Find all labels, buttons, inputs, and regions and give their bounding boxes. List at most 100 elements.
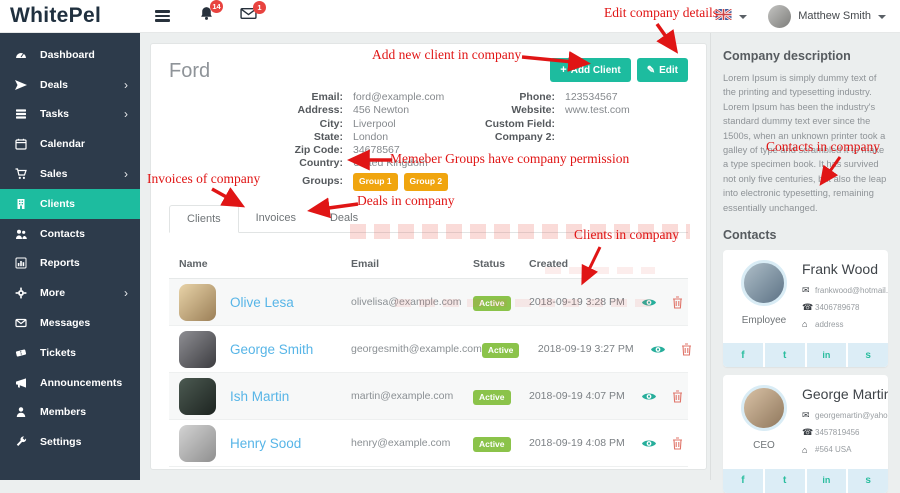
notifications-bell[interactable]: 14	[199, 6, 214, 26]
sidebar-item-sales[interactable]: Sales ›	[0, 159, 140, 189]
phone-icon	[802, 424, 811, 441]
skype-icon[interactable]	[848, 343, 888, 367]
client-avatar	[179, 425, 216, 462]
client-email: martin@example.com	[351, 390, 473, 402]
sidebar-item-contacts[interactable]: Contacts	[0, 219, 140, 249]
contact-avatar	[741, 260, 787, 306]
tab-deals[interactable]: Deals	[313, 205, 375, 233]
sidebar-item-members[interactable]: Members	[0, 398, 140, 428]
sidebar-item-calendar[interactable]: Calendar	[0, 129, 140, 159]
view-client-icon[interactable]	[641, 438, 657, 449]
pencil-icon	[647, 65, 655, 76]
company-website: www.test.com	[565, 104, 630, 117]
contact-avatar	[741, 385, 787, 431]
field-label: Website:	[469, 104, 565, 117]
edit-company-button[interactable]: Edit	[637, 58, 688, 82]
delete-client-icon[interactable]	[672, 390, 683, 403]
envelope-icon	[14, 317, 28, 329]
company-description-title: Company description	[723, 49, 888, 63]
contact-card: CEO George Martin georgemartin@yahoo.com…	[723, 375, 888, 492]
twitter-icon[interactable]	[765, 469, 805, 493]
phone-icon	[802, 299, 811, 316]
delete-client-icon[interactable]	[672, 437, 683, 450]
linkedin-icon[interactable]	[807, 343, 847, 367]
annotation-deals: Deals in company	[357, 193, 454, 209]
skype-icon[interactable]	[848, 469, 888, 493]
table-header: Name Email Status Created	[169, 258, 688, 279]
notifications-badge: 14	[210, 0, 223, 13]
bar-chart-icon	[14, 257, 28, 269]
contact-address: address	[815, 317, 843, 332]
tab-invoices[interactable]: Invoices	[239, 205, 313, 233]
group-badge[interactable]: Group 1	[353, 173, 398, 191]
messages-inbox[interactable]: 1	[240, 7, 257, 25]
sidebar-item-tasks[interactable]: Tasks ›	[0, 100, 140, 130]
client-name-link[interactable]: Olive Lesa	[230, 295, 294, 310]
user-avatar[interactable]	[768, 5, 791, 28]
contact-role: CEO	[733, 440, 795, 451]
sidebar-item-more[interactable]: More ›	[0, 278, 140, 308]
client-avatar	[179, 284, 216, 321]
mail-icon	[802, 282, 811, 299]
user-name[interactable]: Matthew Smith	[798, 10, 871, 22]
field-label: Country:	[169, 157, 353, 170]
sidebar-item-messages[interactable]: Messages	[0, 308, 140, 338]
sidebar-item-deals[interactable]: Deals ›	[0, 70, 140, 100]
user-menu-caret-icon[interactable]	[878, 15, 886, 19]
sidebar-item-settings[interactable]: Settings	[0, 427, 140, 457]
sidebar-item-clients[interactable]: Clients	[0, 189, 140, 219]
sidebar-item-dashboard[interactable]: Dashboard	[0, 40, 140, 70]
mail-icon	[802, 407, 811, 424]
twitter-icon[interactable]	[765, 343, 805, 367]
client-email: georgesmith@example.com	[351, 343, 482, 355]
view-client-icon[interactable]	[641, 297, 657, 308]
company-detail-card: Ford Add Client Edit Email:ford@example.…	[150, 43, 707, 470]
table-row: Henry Sood henry@example.com Active 2018…	[169, 420, 688, 467]
chevron-right-icon: ›	[124, 108, 128, 120]
contact-role: Employee	[733, 315, 795, 326]
facebook-icon[interactable]	[723, 469, 763, 493]
group-badge[interactable]: Group 2	[404, 173, 449, 191]
client-name-link[interactable]: George Smith	[230, 342, 313, 357]
sidebar-item-reports[interactable]: Reports	[0, 249, 140, 279]
contact-address: #564 USA	[815, 442, 851, 457]
annotation-contacts: Contacts in company	[766, 139, 880, 155]
client-name-link[interactable]: Ish Martin	[230, 389, 289, 404]
facebook-icon[interactable]	[723, 343, 763, 367]
tasks-icon	[14, 108, 28, 120]
delete-client-icon[interactable]	[672, 296, 683, 309]
clients-table: Name Email Status Created Olive Lesa oli…	[169, 258, 688, 467]
language-caret-icon[interactable]	[739, 15, 747, 19]
delete-client-icon[interactable]	[681, 343, 692, 356]
field-label: Email:	[169, 91, 353, 104]
view-client-icon[interactable]	[650, 344, 666, 355]
add-client-button[interactable]: Add Client	[550, 58, 630, 82]
linkedin-icon[interactable]	[807, 469, 847, 493]
table-row: George Smith georgesmith@example.com Act…	[169, 326, 688, 373]
client-created: 2018-09-19 3:27 PM	[538, 343, 650, 355]
annotation-add-client: Add new client in company	[372, 47, 521, 63]
sidebar-item-announcements[interactable]: Announcements	[0, 368, 140, 398]
chevron-right-icon: ›	[124, 287, 128, 299]
gear-icon	[14, 287, 28, 299]
tab-clients[interactable]: Clients	[169, 205, 239, 233]
top-header: WhitePel 14 1 Matthew Smith	[0, 0, 900, 33]
person-icon	[14, 406, 28, 418]
view-client-icon[interactable]	[641, 391, 657, 402]
contact-name[interactable]: George Martin	[802, 386, 888, 402]
contact-name[interactable]: Frank Wood	[802, 261, 888, 277]
field-label: Zip Code:	[169, 144, 353, 157]
annotation-clients: Clients in company	[574, 227, 679, 243]
status-badge: Active	[473, 296, 511, 311]
company-email: ford@example.com	[353, 91, 444, 104]
client-created: 2018-09-19 3:28 PM	[529, 296, 641, 308]
annotation-member-groups: Memeber Groups have company permission	[390, 151, 629, 167]
ticket-icon	[14, 347, 28, 359]
company-name: Ford	[169, 60, 210, 83]
hamburger-menu-icon[interactable]	[152, 5, 173, 27]
status-badge: Active	[473, 390, 511, 405]
wrench-icon	[14, 436, 28, 448]
sidebar-item-tickets[interactable]: Tickets	[0, 338, 140, 368]
client-name-link[interactable]: Henry Sood	[230, 436, 301, 451]
contacts-title: Contacts	[723, 228, 888, 242]
